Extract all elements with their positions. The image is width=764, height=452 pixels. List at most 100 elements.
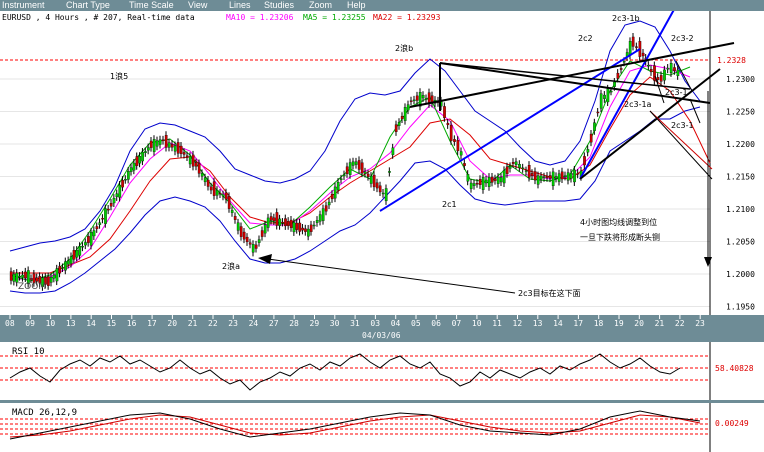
menu-lines[interactable]: Lines [229,0,251,11]
candle-body [676,69,680,77]
candle-body [104,208,107,224]
candle-body [421,95,425,99]
candle-body [554,176,558,179]
candle-body [375,182,379,189]
header-ma22: MA22 = 1.23293 [373,13,441,22]
candle-body [586,149,590,153]
candle-body [164,135,168,148]
candle-body [641,52,645,57]
candle-body [357,160,361,170]
candle-body [248,242,252,245]
projection-red [649,110,713,170]
candle-body [342,174,346,177]
candle-body [496,176,500,184]
date-tick-label: 15 [107,319,117,328]
rsi-panel[interactable]: RSI 10 58.40828 [0,342,764,400]
candle-body [415,95,419,101]
candle-body [260,230,264,237]
rsi-chart[interactable]: RSI 10 58.40828 [0,342,764,400]
candle-body [95,226,99,230]
candle-body [227,196,231,209]
candle-body [321,208,325,221]
candle-body [170,144,174,148]
candle-body [406,104,410,111]
date-tick-label: 03 [370,319,380,328]
candle-body [487,176,491,187]
note2-label: 一旦下跌将形成断头铡 [580,232,660,242]
menu-time-scale[interactable]: Time Scale [129,0,174,11]
candle-body [295,222,299,230]
rsi-title: RSI 10 [12,347,45,357]
candle-body [557,173,561,182]
candle-body [502,170,506,184]
date-tick-label: 22 [675,319,685,328]
zoom-label: ZOOM [18,282,46,292]
w2c31d-label: 2c3-1 [671,121,694,130]
menu-chart-type[interactable]: Chart Type [66,0,110,11]
candle-body [446,122,450,126]
date-tick-label: 28 [289,319,299,328]
price-chart[interactable]: EURUSD , 4 Hours , # 207, Real-time data… [0,11,764,315]
candle-body [527,164,531,178]
wave5-label: 1浪5 [110,71,128,81]
menu-studies[interactable]: Studies [264,0,294,11]
candle-body [284,218,287,227]
candle-body [146,147,150,151]
date-tick-label: 23 [695,319,705,328]
macd-chart[interactable]: MACD 26,12,9 0.00249 [0,403,764,452]
candle-body [135,156,139,166]
w2b-label: 2浪b [395,43,413,53]
candle-body [381,192,385,195]
macd-title: MACD 26,12,9 [12,408,77,418]
candle-body [400,116,404,120]
candle-body [336,182,340,191]
macd-panel[interactable]: MACD 26,12,9 0.00249 [0,403,764,452]
candle-body [21,274,24,278]
candle-body [292,222,296,233]
date-tick-label: 30 [330,319,340,328]
candle-body [289,219,293,228]
candle-body [269,216,273,221]
candle-body [481,177,485,190]
candle-body [191,154,195,167]
candle-body [453,139,456,142]
candle-body [161,139,165,141]
candle-body [463,163,466,166]
candle-body [121,179,124,188]
candle-body [84,242,87,246]
candle-body [508,166,512,169]
candle-body [152,139,156,152]
date-tick-label: 23 [228,319,238,328]
candle-body [619,68,623,70]
date-tick-label: 24 [249,319,259,328]
candle-body [18,275,22,278]
date-tick-label: 07 [452,319,462,328]
date-tick-label: 11 [492,319,502,328]
price-tick-label: 1.2250 [726,108,755,117]
candle-body [576,172,580,175]
month-label: 04/03/06 [362,331,401,340]
price-tick-label: 1.2000 [726,270,755,279]
date-tick-label: 20 [167,319,177,328]
price-chart-panel[interactable]: EURUSD , 4 Hours , # 207, Real-time data… [0,11,764,315]
candle-body [124,179,127,181]
date-tick-label: 27 [269,319,279,328]
date-tick-label: 04 [391,319,401,328]
candle-body [86,236,90,243]
candle-body [129,167,133,172]
candle-body [58,265,62,274]
candle-body [649,69,653,73]
candle-body [92,230,96,237]
w2c31a-label: 2c3-1a [624,100,652,109]
candle-body [631,36,635,47]
menu-zoom[interactable]: Zoom [309,0,332,11]
candle-body [278,218,282,226]
menu-bar: Instrument Chart Type Time Scale View Li… [0,0,764,11]
menu-instrument[interactable]: Instrument [2,0,45,11]
candle-body [324,205,328,212]
menu-help[interactable]: Help [347,0,366,11]
price-gridlines [0,78,710,307]
menu-view[interactable]: View [188,0,207,11]
candle-body [69,256,73,264]
candle-body [384,188,388,202]
